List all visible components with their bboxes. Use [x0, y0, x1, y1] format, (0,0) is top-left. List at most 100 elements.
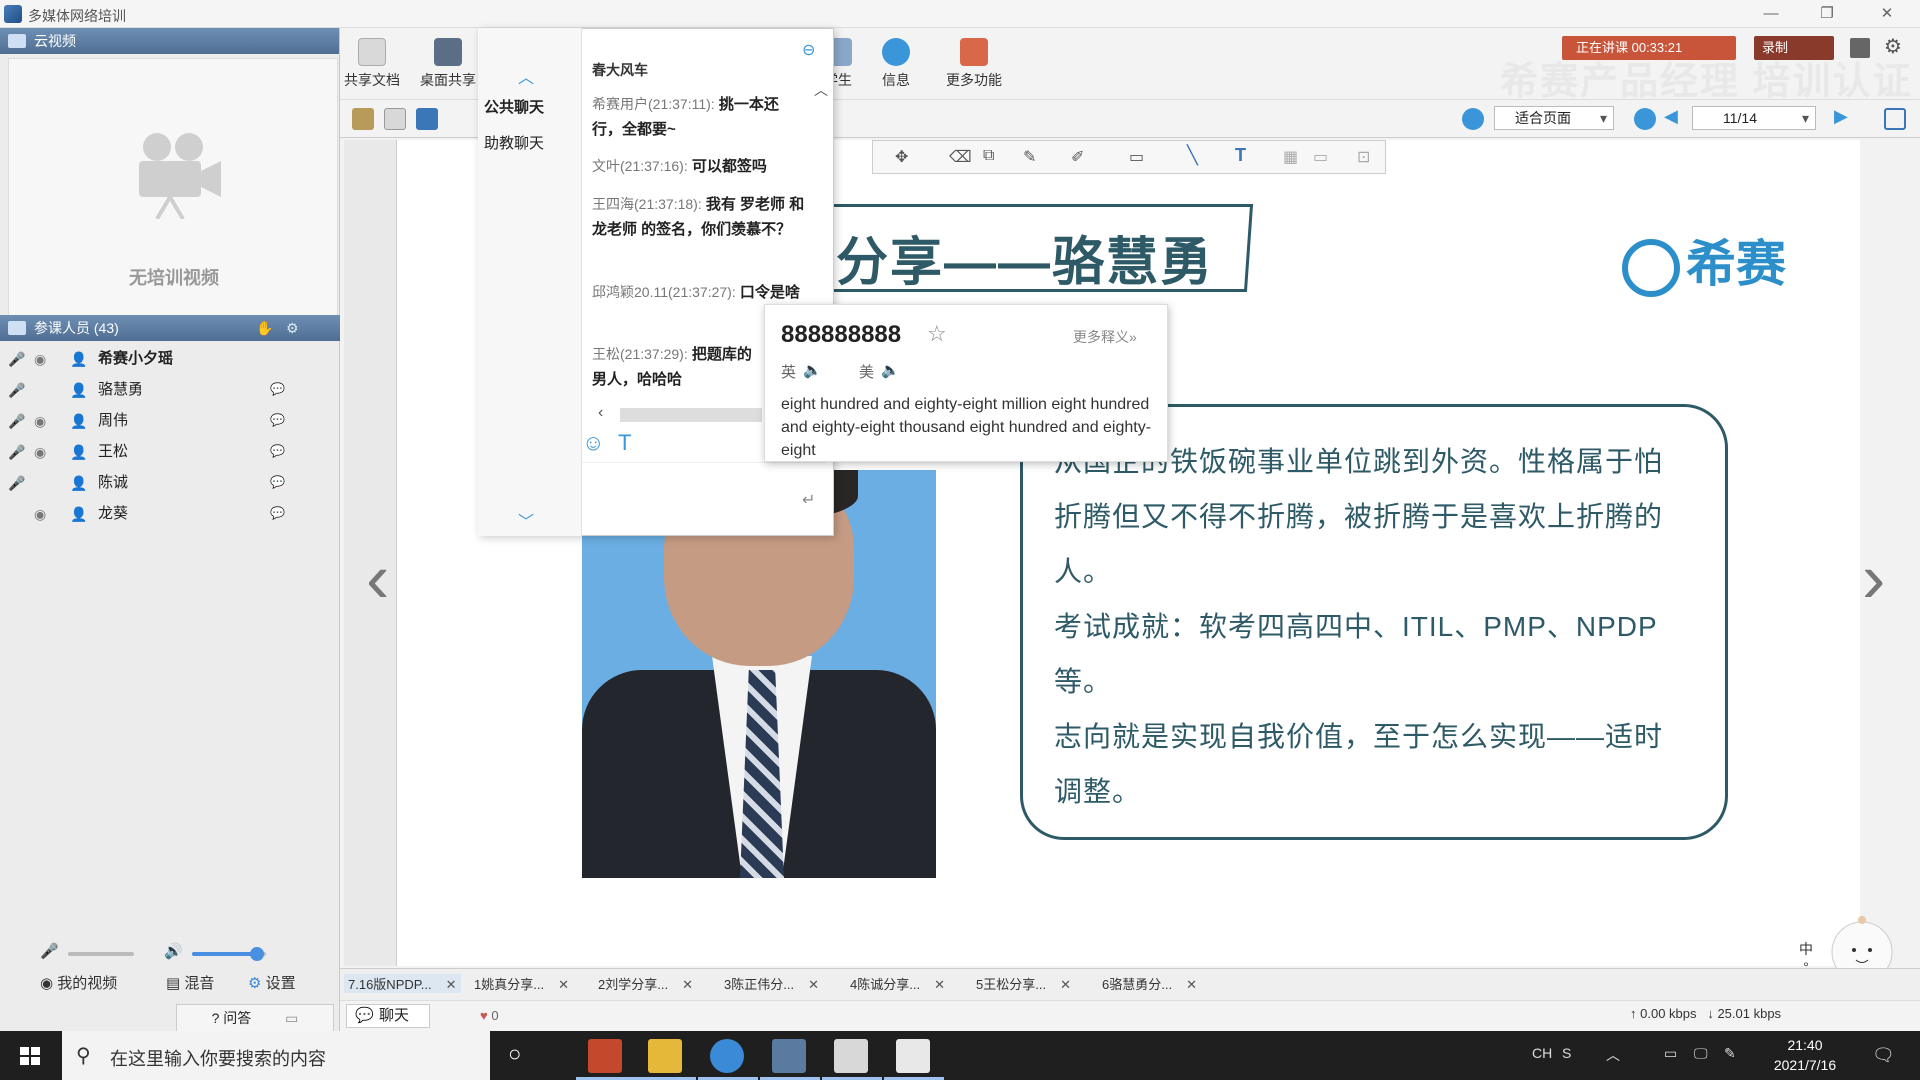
- speaker-icon[interactable]: 🔊: [164, 942, 183, 960]
- mic-icon[interactable]: 🎤: [8, 474, 26, 492]
- line-icon[interactable]: ╲: [1187, 145, 1198, 166]
- qa-tab[interactable]: ? 问答 ▭: [176, 1004, 334, 1032]
- gear-settings-icon[interactable]: ⚙: [1884, 34, 1902, 59]
- zoom-select[interactable]: 适合页面 ▾: [1494, 106, 1614, 130]
- eraser-icon[interactable]: ⌫: [949, 147, 972, 167]
- rectangle-icon[interactable]: ▭: [1129, 147, 1144, 167]
- restore-icon[interactable]: ❐: [1812, 4, 1842, 24]
- scroll-down-icon[interactable]: ﹀: [518, 508, 534, 532]
- participant-row[interactable]: 🎤 ◉ 👤 希赛小夕瑶: [0, 343, 340, 374]
- prev-slide-arrow[interactable]: ‹: [366, 538, 389, 618]
- page-select[interactable]: 11/14 ▾: [1692, 106, 1816, 130]
- close-tab-icon[interactable]: ✕: [558, 977, 569, 992]
- network-icon[interactable]: 🖵: [1694, 1045, 1708, 1062]
- close-tab-icon[interactable]: ✕: [1060, 977, 1071, 992]
- chat-bubble-icon[interactable]: 💬: [270, 475, 288, 489]
- doc-tab[interactable]: 2刘学分享... ✕: [598, 974, 693, 993]
- chat-bubble-icon[interactable]: 💬: [270, 444, 288, 458]
- font-format-icon[interactable]: T: [618, 430, 631, 456]
- pen-icon[interactable]: ✎: [1023, 147, 1036, 167]
- horizontal-scrollbar[interactable]: [620, 408, 762, 422]
- doc-tab[interactable]: 3陈正伟分... ✕: [724, 974, 819, 993]
- highlighter-icon[interactable]: ✐: [1071, 147, 1084, 167]
- ime-indicator[interactable]: CH: [1532, 1045, 1552, 1061]
- sogou-icon[interactable]: S: [1562, 1045, 1571, 1061]
- desktop-share-button[interactable]: 桌面共享: [420, 38, 476, 90]
- speaker-slider-knob[interactable]: [250, 947, 264, 961]
- uk-speaker-icon[interactable]: 🔈: [803, 361, 822, 379]
- camera-small-icon[interactable]: ◉: [34, 412, 52, 430]
- send-icon[interactable]: ↵: [802, 490, 815, 510]
- task-view-icon[interactable]: ○: [508, 1041, 521, 1067]
- emoji-icon[interactable]: ☺: [582, 430, 604, 456]
- chat-bubble-icon[interactable]: 💬: [270, 413, 288, 427]
- battery-icon[interactable]: ▭: [1664, 1045, 1677, 1062]
- chat-bubble-icon[interactable]: 💬: [270, 382, 288, 396]
- screen-icon[interactable]: [416, 108, 438, 130]
- chat-tab-button[interactable]: 💬 聊天: [346, 1004, 430, 1028]
- file-explorer-icon[interactable]: [648, 1039, 682, 1073]
- mix-button[interactable]: ▤ 混音: [166, 972, 214, 993]
- crop-icon[interactable]: ⧉: [983, 147, 994, 165]
- tab-assistant-chat[interactable]: 助教聊天: [484, 132, 544, 153]
- scroll-up-icon[interactable]: ︿: [518, 64, 534, 88]
- participant-row[interactable]: 🎤 👤 骆慧勇 💬: [0, 374, 340, 405]
- participant-row[interactable]: 🎤 ◉ 👤 周伟 💬: [0, 405, 340, 436]
- folder-icon[interactable]: [352, 108, 374, 130]
- camera-small-icon[interactable]: ◉: [34, 443, 52, 461]
- more-features-button[interactable]: 更多功能: [946, 38, 1002, 90]
- star-icon[interactable]: ☆: [927, 321, 947, 347]
- chat-bubble-icon[interactable]: 💬: [270, 506, 288, 520]
- text-tool-icon[interactable]: T: [1235, 145, 1246, 166]
- refresh-icon[interactable]: [1462, 108, 1484, 130]
- redo-icon[interactable]: ▭: [1313, 147, 1328, 167]
- powerpoint-icon[interactable]: [588, 1039, 622, 1073]
- info-button[interactable]: 信息: [882, 38, 910, 90]
- app-c2-icon[interactable]: [896, 1039, 930, 1073]
- doc-tab[interactable]: 5王松分享... ✕: [976, 974, 1071, 993]
- taskbar-search[interactable]: ⚲ 在这里输入你要搜索的内容: [62, 1031, 490, 1080]
- raise-hand-icon[interactable]: ✋: [256, 315, 273, 341]
- mic-icon[interactable]: 🎤: [8, 350, 26, 368]
- mic-icon[interactable]: 🎤: [8, 381, 26, 399]
- minimize-qa-icon[interactable]: ▭: [285, 1010, 298, 1026]
- close-tab-icon[interactable]: ✕: [682, 977, 693, 992]
- mic-volume-icon[interactable]: 🎤: [40, 942, 59, 960]
- close-tab-icon[interactable]: ✕: [808, 977, 819, 992]
- record-button[interactable]: 录制: [1754, 36, 1834, 60]
- settings-button[interactable]: ⚙ 设置: [248, 972, 296, 993]
- close-tab-icon[interactable]: ✕: [934, 977, 945, 992]
- next-page-icon[interactable]: ▶: [1834, 106, 1848, 127]
- minimize-icon[interactable]: —: [1756, 4, 1786, 24]
- pointer-icon[interactable]: ✥: [895, 147, 908, 167]
- tray-expand-icon[interactable]: ︿: [1606, 1045, 1620, 1065]
- participant-row[interactable]: 🎤 ◉ 👤 王松 💬: [0, 436, 340, 467]
- pen-tray-icon[interactable]: ✎: [1724, 1045, 1736, 1062]
- tab-public-chat[interactable]: 公共聊天: [484, 96, 544, 117]
- system-clock[interactable]: 21:40 2021/7/16: [1760, 1035, 1850, 1075]
- screenshot-icon[interactable]: ⊡: [1357, 147, 1370, 167]
- mic-icon[interactable]: 🎤: [8, 443, 26, 461]
- training-app-icon[interactable]: [772, 1039, 806, 1073]
- likes-count[interactable]: ♥ 0: [480, 1008, 499, 1023]
- settings-people-icon[interactable]: ⚙: [286, 315, 299, 341]
- layout-icon[interactable]: [1850, 38, 1870, 58]
- my-video-button[interactable]: ◉ 我的视频: [40, 972, 117, 993]
- close-icon[interactable]: ✕: [1872, 4, 1902, 24]
- doc-tab[interactable]: 4陈诚分享... ✕: [850, 974, 945, 993]
- next-slide-arrow[interactable]: ›: [1862, 538, 1885, 618]
- doc-tab[interactable]: 1姚真分享... ✕: [474, 974, 569, 993]
- close-tab-icon[interactable]: ✕: [446, 977, 457, 992]
- browser-icon[interactable]: [710, 1039, 744, 1073]
- speaking-timer[interactable]: 正在讲课 00:33:21: [1562, 36, 1736, 60]
- notification-icon[interactable]: 🗨: [1872, 1045, 1895, 1066]
- share-doc-button[interactable]: 共享文档: [344, 38, 400, 90]
- doc-tab[interactable]: 7.16版NPDP... ✕: [344, 974, 461, 993]
- camera-small-icon[interactable]: ◉: [34, 350, 52, 368]
- close-tab-icon[interactable]: ✕: [1186, 977, 1197, 992]
- more-definitions-link[interactable]: 更多释义»: [1073, 327, 1137, 347]
- doc-tab[interactable]: 6骆慧勇分... ✕: [1102, 974, 1197, 993]
- mic-icon[interactable]: 🎤: [8, 412, 26, 430]
- mic-slider[interactable]: [68, 952, 134, 956]
- participant-row[interactable]: ◉ 👤 龙葵 💬: [0, 498, 340, 529]
